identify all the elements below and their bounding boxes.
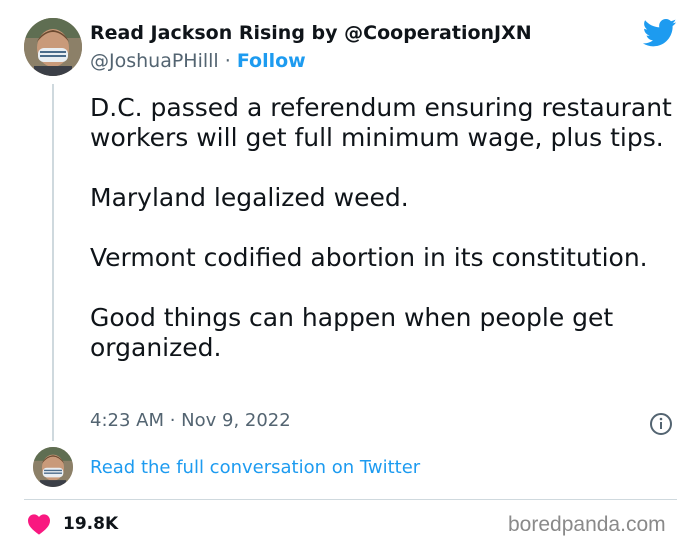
follow-button[interactable]: Follow [237, 50, 306, 72]
author-handle[interactable]: @JoshuaPHilll [90, 50, 219, 72]
heart-icon[interactable] [27, 513, 51, 535]
info-icon[interactable] [649, 412, 673, 436]
divider [24, 499, 677, 500]
tweet-paragraph: Maryland legalized weed. [90, 183, 409, 212]
avatar-photo [33, 447, 73, 487]
read-conversation-link[interactable]: Read the full conversation on Twitter [90, 457, 420, 478]
handle-separator: · [218, 50, 237, 72]
watermark: boredpanda.com [508, 513, 666, 536]
tweet-timestamp[interactable]: 4:23 AM · Nov 9, 2022 [90, 410, 291, 431]
author-handle-row: @JoshuaPHilll · Follow [90, 50, 306, 72]
tweet-paragraph: D.C. passed a referendum ensuring restau… [90, 93, 672, 152]
conversation-avatar[interactable] [33, 447, 73, 487]
tweet-body: D.C. passed a referendum ensuring restau… [90, 93, 680, 363]
tweet-paragraph: Vermont codified abortion in its constit… [90, 243, 648, 272]
author-avatar[interactable] [24, 18, 82, 76]
like-count: 19.8K [63, 514, 119, 534]
author-name[interactable]: Read Jackson Rising by @CooperationJXN [90, 22, 532, 44]
avatar-photo [24, 18, 82, 76]
tweet-paragraph: Good things can happen when people get o… [90, 303, 614, 362]
thread-line [52, 84, 54, 441]
twitter-bird-icon[interactable] [643, 18, 677, 48]
